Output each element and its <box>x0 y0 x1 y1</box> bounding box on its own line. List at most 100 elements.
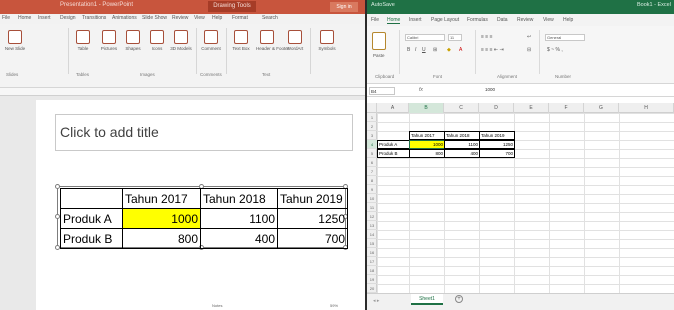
align-top-icon[interactable]: ≡ ≡ ≡ <box>481 34 493 40</box>
paste-icon[interactable] <box>372 32 386 50</box>
tab-file[interactable]: File <box>371 17 379 23</box>
name-box[interactable]: B4 <box>369 87 395 95</box>
font-color-icon[interactable]: A <box>459 47 462 53</box>
currency-icon[interactable]: $ ~ % , <box>547 47 563 53</box>
wrap-text-icon[interactable]: ↩ <box>527 34 531 40</box>
3d-models-button[interactable]: 3D Models <box>170 30 192 54</box>
tab-design[interactable]: Design <box>60 15 76 21</box>
column-header-f[interactable]: F <box>549 103 584 113</box>
row-header[interactable]: 2 <box>367 122 377 131</box>
table-cell-highlighted[interactable]: 1000 <box>122 208 201 229</box>
row-header[interactable]: 14 <box>367 230 377 239</box>
tab-home[interactable]: Home <box>18 15 31 21</box>
column-header-g[interactable]: G <box>584 103 619 113</box>
row-header[interactable]: 16 <box>367 248 377 257</box>
table-cell[interactable]: 400 <box>200 228 278 249</box>
row-header[interactable]: 10 <box>367 194 377 203</box>
slide-canvas[interactable]: Click to add title Tahun 2017 Tahun 2018… <box>36 100 365 310</box>
add-sheet-icon[interactable]: + <box>455 295 463 303</box>
row-header[interactable]: 6 <box>367 158 377 167</box>
formula-input[interactable]: 1000 <box>485 87 495 92</box>
tab-search[interactable]: Search <box>262 15 278 21</box>
borders-icon[interactable]: ⊞ <box>433 47 437 53</box>
table-cell[interactable]: 700 <box>277 228 348 249</box>
row-header[interactable]: 19 <box>367 275 377 284</box>
sheet-header-cell[interactable]: Tahun 2019 <box>479 131 515 140</box>
column-header-h[interactable]: H <box>619 103 674 113</box>
text-box-button[interactable]: Text Box <box>230 30 252 54</box>
icons-button[interactable]: Icons <box>146 30 168 54</box>
tab-review[interactable]: Review <box>172 15 188 21</box>
shapes-button[interactable]: Shapes <box>122 30 144 54</box>
sign-in-button[interactable]: Sign in <box>330 2 358 12</box>
bold-icon[interactable]: B <box>407 47 410 53</box>
tab-view[interactable]: View <box>194 15 205 21</box>
tab-file[interactable]: File <box>2 15 10 21</box>
table-header-cell[interactable] <box>60 188 123 209</box>
row-header[interactable]: 13 <box>367 221 377 230</box>
sheet-header-cell[interactable]: Tahun 2018 <box>444 131 480 140</box>
header-footer-button[interactable]: Header & Footer <box>256 30 289 54</box>
row-header[interactable]: 1 <box>367 113 377 122</box>
table-button[interactable]: Table <box>72 30 94 54</box>
tab-view[interactable]: View <box>543 17 554 23</box>
row-label-cell[interactable]: Produk B <box>60 228 123 249</box>
sheet-tab-sheet1[interactable]: Sheet1 <box>411 294 443 305</box>
table-cell[interactable]: 1100 <box>200 208 278 229</box>
row-header[interactable]: 7 <box>367 167 377 176</box>
active-cell[interactable]: 1000 <box>409 140 445 149</box>
fill-color-icon[interactable]: ◆ <box>447 47 451 53</box>
tab-help[interactable]: Help <box>563 17 573 23</box>
column-header-c[interactable]: C <box>444 103 479 113</box>
font-name-select[interactable]: Calibri <box>405 34 445 41</box>
fx-icon[interactable]: fx <box>419 87 423 93</box>
merge-center-icon[interactable]: ⊟ <box>527 47 531 53</box>
sheet-cell[interactable]: 1100 <box>444 140 480 149</box>
number-format-select[interactable]: General <box>545 34 585 41</box>
row-header[interactable]: 18 <box>367 266 377 275</box>
new-slide-button[interactable]: New Slide <box>4 30 26 54</box>
zoom-level[interactable]: 59% <box>330 303 338 308</box>
autosave-toggle[interactable]: AutoSave <box>371 2 395 8</box>
row-header[interactable]: 11 <box>367 203 377 212</box>
row-header[interactable]: 4 <box>367 140 377 149</box>
column-header-a[interactable]: A <box>377 103 409 113</box>
tab-insert[interactable]: Insert <box>38 15 51 21</box>
wordart-button[interactable]: WordArt <box>284 30 306 54</box>
tab-review[interactable]: Review <box>517 17 533 23</box>
table-header-cell[interactable]: Tahun 2019 <box>277 188 348 209</box>
row-header[interactable]: 3 <box>367 131 377 140</box>
tab-help[interactable]: Help <box>212 15 222 21</box>
row-header[interactable]: 9 <box>367 185 377 194</box>
select-all-corner[interactable] <box>367 103 377 113</box>
sheet-row-label[interactable]: Produk B <box>377 149 410 158</box>
row-header[interactable]: 15 <box>367 239 377 248</box>
row-header[interactable]: 20 <box>367 284 377 293</box>
comment-button[interactable]: Comment <box>200 30 222 54</box>
italic-icon[interactable]: I <box>415 47 416 53</box>
tab-formulas[interactable]: Formulas <box>467 17 488 23</box>
ppt-data-table[interactable]: Tahun 2017 Tahun 2018 Tahun 2019 Produk … <box>60 188 348 249</box>
tab-animations[interactable]: Animations <box>112 15 137 21</box>
row-header[interactable]: 5 <box>367 149 377 158</box>
title-placeholder[interactable]: Click to add title <box>55 114 353 151</box>
table-cell[interactable]: 1250 <box>277 208 348 229</box>
row-header[interactable]: 8 <box>367 176 377 185</box>
sheet-header-cell[interactable]: Tahun 2017 <box>409 131 445 140</box>
tab-page-layout[interactable]: Page Layout <box>431 17 459 23</box>
row-header[interactable]: 17 <box>367 257 377 266</box>
tab-slide-show[interactable]: Slide Show <box>142 15 167 21</box>
row-label-cell[interactable]: Produk A <box>60 208 123 229</box>
column-header-b[interactable]: B <box>409 103 444 113</box>
table-header-cell[interactable]: Tahun 2017 <box>122 188 201 209</box>
notes-button[interactable]: Notes <box>212 303 222 308</box>
sheet-cell[interactable]: 700 <box>479 149 515 158</box>
table-cell[interactable]: 800 <box>122 228 201 249</box>
sheet-cell[interactable]: 1250 <box>479 140 515 149</box>
tab-insert[interactable]: Insert <box>409 17 422 23</box>
underline-icon[interactable]: U <box>422 47 426 53</box>
sheet-cell[interactable]: 400 <box>444 149 480 158</box>
tab-data[interactable]: Data <box>497 17 508 23</box>
column-header-e[interactable]: E <box>514 103 549 113</box>
font-size-select[interactable]: 11 <box>448 34 462 41</box>
